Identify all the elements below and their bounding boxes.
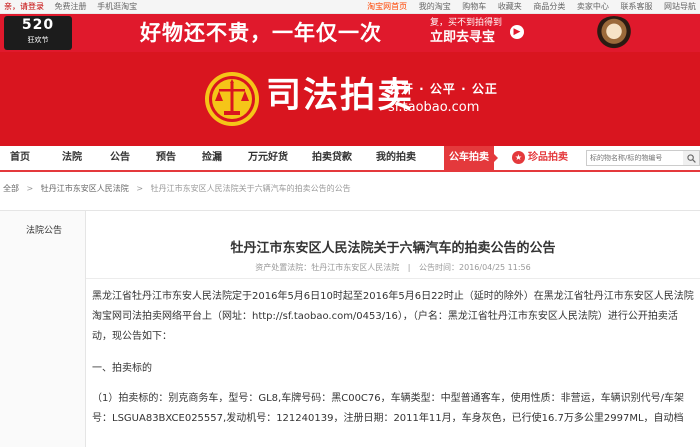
nav-treasure-auction[interactable]: ★ 珍品拍卖 (512, 146, 568, 170)
nav-my-auctions[interactable]: 我的拍卖 (376, 146, 416, 170)
site-nav-link[interactable]: 网站导航 (664, 2, 696, 11)
article-paragraph: 黑龙江省牡丹江市东安人民法院定于2016年5月6日10时起至2016年5月6日2… (92, 291, 694, 342)
categories-link[interactable]: 商品分类 (533, 2, 565, 11)
article-body: 黑龙江省牡丹江市东安人民法院定于2016年5月6日10时起至2016年5月6日2… (86, 278, 700, 429)
banner-cta-line1: 复，买不到拍得到 (430, 18, 503, 28)
nav-home[interactable]: 首页 (10, 146, 30, 170)
article-meta: 资产处置法院：牡丹江市东安区人民法院 | 公告时间：2016/04/25 11:… (86, 262, 700, 273)
article-time: 公告时间：2016/04/25 11:56 (419, 263, 531, 272)
login-link[interactable]: 亲，请登录 (4, 2, 44, 11)
nav-auction-loans[interactable]: 拍卖贷款 (312, 146, 352, 170)
seller-center-link[interactable]: 卖家中心 (577, 2, 609, 11)
search-icon (686, 154, 696, 163)
notice-article: 牡丹江市东安区人民法院关于六辆汽车的拍卖公告的公告 资产处置法院：牡丹江市东安区… (86, 211, 700, 447)
favorites-link[interactable]: 收藏夹 (498, 2, 522, 11)
site-domain: sf.taobao.com (388, 100, 480, 115)
site-header: 司法拍卖 公开 · 公平 · 公正 sf.taobao.com (0, 52, 700, 146)
search-input[interactable] (586, 150, 686, 166)
nav-vehicle-auction[interactable]: 公车拍卖 (444, 146, 498, 170)
top-bar-left: 亲，请登录 免费注册 手机逛淘宝 (4, 0, 145, 13)
top-bar-right: 淘宝网首页 我的淘宝 购物车 收藏夹 商品分类 卖家中心 联系客服 网站导航 (358, 0, 696, 13)
breadcrumb-all[interactable]: 全部 (3, 184, 19, 193)
meta-separator: | (407, 263, 411, 272)
customer-service-link[interactable]: 联系客服 (620, 2, 652, 11)
auction-item-description: （1）拍卖标的：别克商务车，型号：GL8,车牌号码：黑C00C76，车辆类型：中… (92, 393, 685, 424)
breadcrumb: 全部 > 牡丹江市东安区人民法院 > 牡丹江市东安区人民法院关于六辆汽车的拍卖公… (0, 178, 700, 200)
arrow-right-icon[interactable]: ▶ (510, 25, 524, 39)
triangle-icon (494, 154, 498, 162)
register-link[interactable]: 免费注册 (55, 2, 87, 11)
banner-cta-line2: 立即去寻宝 (430, 30, 496, 45)
logo-number: 520 (21, 17, 55, 33)
breadcrumb-separator: > (26, 184, 34, 193)
breadcrumb-separator: > (136, 184, 144, 193)
breadcrumb-court[interactable]: 牡丹江市东安区人民法院 (41, 184, 129, 193)
section-heading: 一、拍卖标的 (92, 363, 152, 374)
mobile-taobao-link[interactable]: 手机逛淘宝 (97, 2, 137, 11)
520-logo: 520 狂欢节 (4, 16, 72, 50)
banner-slogan: 好物还不贵，一年仅一次 (140, 21, 382, 45)
nav-notices[interactable]: 公告 (110, 146, 130, 170)
nav-value-goods[interactable]: 万元好货 (248, 146, 288, 170)
nav-treasure-label: 珍品拍卖 (528, 152, 568, 163)
sidebar-item-court-notices[interactable]: 法院公告 (26, 223, 62, 236)
nav-previews[interactable]: 预告 (156, 146, 176, 170)
cart-link[interactable]: 购物车 (462, 2, 486, 11)
court-emblem-icon (205, 72, 259, 126)
nav-courts[interactable]: 法院 (62, 146, 82, 170)
nav-vehicle-auction-label: 公车拍卖 (449, 152, 489, 163)
watch-image (595, 16, 633, 50)
sidebar: 法院公告 (0, 211, 86, 447)
taobao-home-link[interactable]: 淘宝网首页 (367, 2, 407, 11)
logo-subtitle: 狂欢节 (27, 36, 49, 44)
my-taobao-link[interactable]: 我的淘宝 (419, 2, 451, 11)
article-source: 资产处置法院：牡丹江市东安区人民法院 (255, 263, 400, 272)
main-nav: 首页 法院 公告 预告 捡漏 万元好货 拍卖贷款 我的拍卖 公车拍卖 ★ 珍品拍卖 (0, 146, 700, 172)
banner-cta[interactable]: 复，买不到拍得到 立即去寻宝 (430, 17, 502, 47)
site-motto: 公开 · 公平 · 公正 (388, 82, 498, 96)
breadcrumb-current: 牡丹江市东安区人民法院关于六辆汽车的拍卖公告的公告 (150, 184, 351, 193)
search-button[interactable] (683, 150, 700, 166)
treasure-icon: ★ (512, 150, 525, 164)
promo-banner[interactable]: 520 狂欢节 好物还不贵，一年仅一次 复，买不到拍得到 立即去寻宝 ▶ (0, 14, 700, 52)
nav-bargains[interactable]: 捡漏 (202, 146, 222, 170)
main-content: 法院公告 牡丹江市东安区人民法院关于六辆汽车的拍卖公告的公告 资产处置法院：牡丹… (0, 210, 700, 447)
article-title: 牡丹江市东安区人民法院关于六辆汽车的拍卖公告的公告 (230, 241, 556, 256)
top-bar: 亲，请登录 免费注册 手机逛淘宝 淘宝网首页 我的淘宝 购物车 收藏夹 商品分类… (0, 0, 700, 14)
